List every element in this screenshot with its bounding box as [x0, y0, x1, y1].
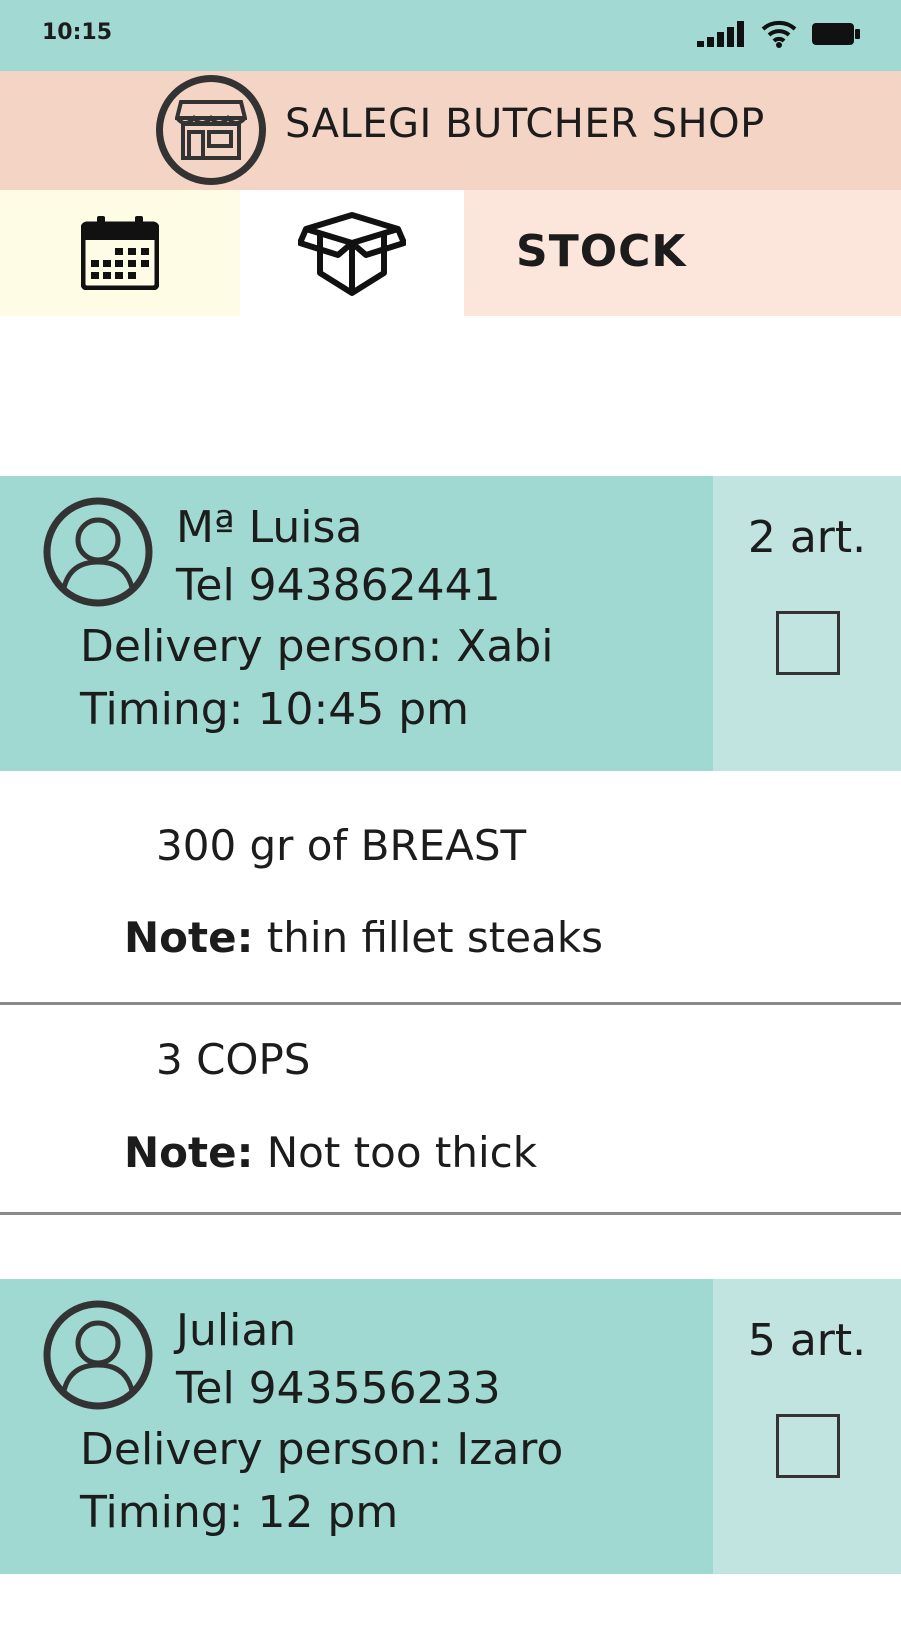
- box-icon: [298, 212, 406, 296]
- customer-phone: Tel 943556233: [176, 1363, 501, 1414]
- article-count: 2 art.: [747, 512, 867, 563]
- order-details: Julian Tel 943556233 Delivery person: Iz…: [0, 1279, 713, 1574]
- tab-bar: STOCK: [0, 190, 901, 316]
- item-title: 300 gr of BREAST: [156, 821, 527, 870]
- item-note: Note: Not too thick: [124, 1128, 537, 1177]
- tab-box[interactable]: [240, 190, 464, 316]
- battery-icon: [812, 23, 860, 45]
- customer-phone: Tel 943862441: [176, 560, 501, 611]
- signal-icon: [697, 21, 744, 47]
- customer-name: Julian: [176, 1305, 297, 1356]
- tab-stock-label: STOCK: [516, 226, 687, 277]
- note-label: Note:: [124, 913, 254, 962]
- delivery-timing: Timing: 10:45 pm: [80, 684, 470, 735]
- user-avatar-icon: [43, 497, 153, 607]
- tab-stock[interactable]: STOCK: [464, 190, 901, 316]
- order-checkbox[interactable]: [776, 1414, 840, 1478]
- user-avatar-icon: [43, 1300, 153, 1410]
- store-icon: [156, 75, 266, 185]
- order-card[interactable]: Julian Tel 943556233 Delivery person: Iz…: [0, 1279, 901, 1574]
- item-title: 3 COPS: [156, 1035, 311, 1084]
- wifi-icon: [761, 20, 797, 48]
- calendar-icon: [81, 216, 159, 290]
- status-icons: [697, 20, 861, 48]
- order-details: Mª Luisa Tel 943862441 Delivery person: …: [0, 476, 713, 771]
- order-item[interactable]: 300 gr of BREAST Note: thin fillet steak…: [0, 771, 901, 1004]
- note-text: Not too thick: [253, 1128, 538, 1177]
- delivery-timing: Timing: 12 pm: [80, 1487, 399, 1538]
- item-divider: [0, 1212, 901, 1215]
- delivery-person: Delivery person: Xabi: [80, 621, 554, 672]
- customer-name: Mª Luisa: [176, 502, 363, 553]
- shop-header: SALEGI BUTCHER SHOP: [0, 71, 901, 190]
- note-text: thin fillet steaks: [253, 913, 604, 962]
- note-label: Note:: [124, 1128, 254, 1177]
- status-bar: 10:15: [0, 0, 901, 71]
- order-side-panel: 5 art.: [713, 1279, 901, 1574]
- order-card[interactable]: Mª Luisa Tel 943862441 Delivery person: …: [0, 476, 901, 771]
- delivery-person: Delivery person: Izaro: [80, 1424, 564, 1475]
- tab-calendar[interactable]: [0, 190, 240, 316]
- order-side-panel: 2 art.: [713, 476, 901, 771]
- order-checkbox[interactable]: [776, 611, 840, 675]
- item-note: Note: thin fillet steaks: [124, 913, 603, 962]
- shop-title: SALEGI BUTCHER SHOP: [285, 101, 765, 147]
- status-time: 10:15: [42, 20, 113, 45]
- article-count: 5 art.: [747, 1315, 867, 1366]
- order-item[interactable]: 3 COPS Note: Not too thick: [0, 1005, 901, 1213]
